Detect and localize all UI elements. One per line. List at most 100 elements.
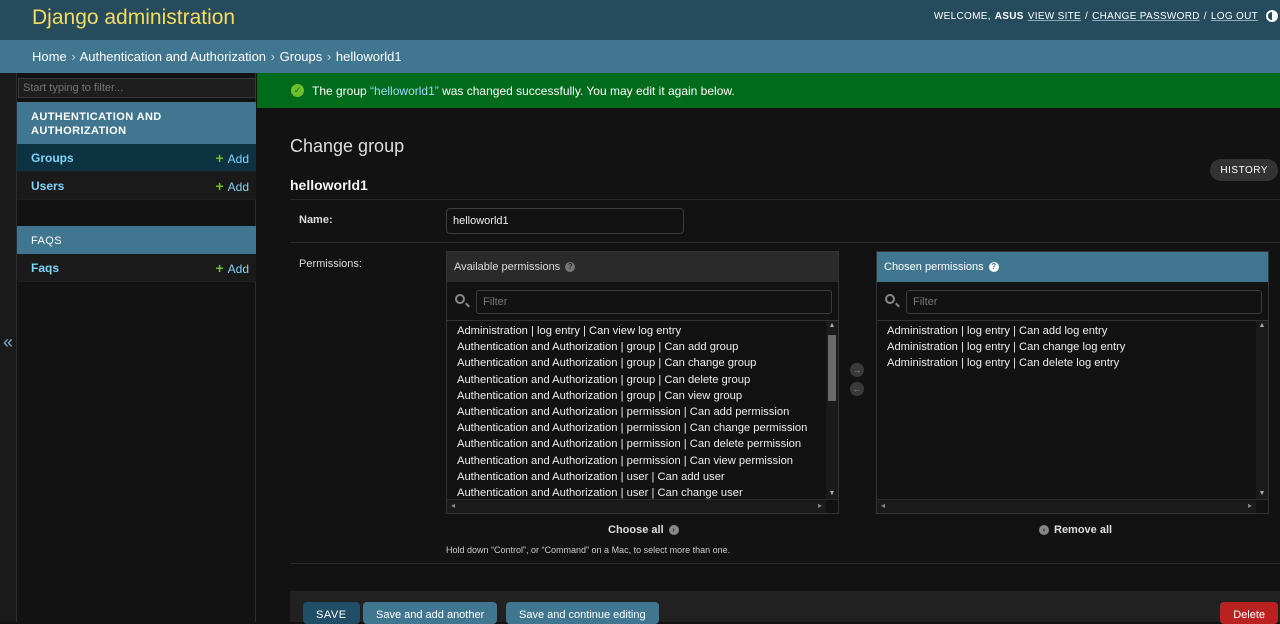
sidebar-item-faqs[interactable]: Faqs + Add <box>17 254 256 282</box>
divider <box>290 242 1280 243</box>
site-branding[interactable]: Django administration <box>32 6 235 30</box>
help-icon[interactable]: ? <box>565 262 576 272</box>
list-item[interactable]: Administration | log entry | Can view lo… <box>457 323 838 339</box>
list-item[interactable]: Administration | log entry | Can delete … <box>887 355 1268 371</box>
list-item[interactable]: Authentication and Authorization | user … <box>457 469 838 485</box>
horizontal-scrollbar[interactable]: ◂ ▸ <box>877 499 1268 513</box>
theme-toggle-icon[interactable] <box>1266 10 1278 22</box>
remove-all-label: Remove all <box>1054 524 1113 536</box>
main-content: ✓ The group “helloworld1” was changed su… <box>257 73 1280 624</box>
scroll-up-icon[interactable]: ▲ <box>1256 321 1268 331</box>
add-label: Add <box>227 179 249 194</box>
available-filter-input[interactable] <box>476 290 832 314</box>
collapse-icon: « <box>2 332 13 352</box>
remove-selected-icon[interactable]: ← <box>850 382 864 396</box>
breadcrumb-separator: › <box>270 49 275 64</box>
list-item[interactable]: Authentication and Authorization | permi… <box>457 436 838 452</box>
message-suffix: was changed successfully. You may edit i… <box>438 83 735 98</box>
scrollbar-thumb[interactable] <box>828 335 836 401</box>
add-faq-link[interactable]: + Add <box>215 260 249 276</box>
available-filter <box>447 282 838 321</box>
horizontal-scrollbar[interactable]: ◂ ▸ <box>447 499 838 513</box>
chosen-permissions-title: Chosen permissions ? <box>877 252 1268 282</box>
toggle-sidebar-button[interactable]: « <box>0 73 16 622</box>
list-item[interactable]: Authentication and Authorization | permi… <box>457 453 838 469</box>
scroll-up-icon[interactable]: ▲ <box>826 321 838 331</box>
divider <box>290 563 1280 564</box>
log-out-link[interactable]: LOG OUT <box>1211 11 1258 22</box>
submit-row: SAVE Save and add another Save and conti… <box>290 591 1280 624</box>
sidebar-item-users[interactable]: Users + Add <box>17 172 256 200</box>
message-prefix: The group <box>312 83 371 98</box>
list-item[interactable]: Authentication and Authorization | permi… <box>457 420 838 436</box>
history-button[interactable]: HISTORY <box>1210 159 1278 181</box>
breadcrumb-home[interactable]: Home <box>32 49 67 64</box>
list-item[interactable]: Authentication and Authorization | group… <box>457 339 838 355</box>
breadcrumb-model[interactable]: Groups <box>280 49 323 64</box>
sidebar-item-groups[interactable]: Groups + Add <box>17 144 256 172</box>
save-button[interactable]: SAVE <box>303 602 360 624</box>
message-object-link[interactable]: “helloworld1” <box>370 84 439 98</box>
nav-filter-input[interactable] <box>18 78 256 98</box>
breadcrumb-current: helloworld1 <box>335 49 402 64</box>
list-item[interactable]: Administration | log entry | Can add log… <box>887 323 1268 339</box>
list-item[interactable]: Administration | log entry | Can change … <box>887 339 1268 355</box>
sidebar-item-label[interactable]: Groups <box>31 151 74 165</box>
breadcrumb-separator: › <box>71 49 76 64</box>
plus-icon: + <box>215 259 224 276</box>
scroll-down-icon[interactable]: ▼ <box>1256 489 1268 499</box>
vertical-scrollbar[interactable]: ▲ ▼ <box>826 321 838 499</box>
header: Django administration WELCOME, ASUS VIEW… <box>0 0 1280 40</box>
separator: / <box>1085 10 1089 22</box>
help-icon[interactable]: ? <box>988 262 999 272</box>
arrow-left-circle-icon: ‹ <box>1039 525 1049 535</box>
list-item[interactable]: Authentication and Authorization | user … <box>457 485 838 499</box>
list-item[interactable]: Authentication and Authorization | group… <box>457 388 838 404</box>
chosen-permissions-list[interactable]: Administration | log entry | Can add log… <box>877 321 1268 499</box>
search-icon <box>885 294 895 304</box>
sidebar-item-label[interactable]: Users <box>31 179 64 193</box>
scroll-left-icon[interactable]: ◂ <box>451 501 455 510</box>
scroll-right-icon[interactable]: ▸ <box>1248 501 1252 510</box>
breadcrumb-app[interactable]: Authentication and Authorization <box>80 49 266 64</box>
choose-all-link[interactable]: Choose all › <box>608 524 679 536</box>
name-input[interactable] <box>446 208 684 234</box>
chosen-filter-input[interactable] <box>906 290 1262 314</box>
available-permissions-list[interactable]: Administration | log entry | Can view lo… <box>447 321 838 499</box>
save-and-continue-button[interactable]: Save and continue editing <box>506 602 659 624</box>
scroll-left-icon[interactable]: ◂ <box>881 501 885 510</box>
remove-all-link[interactable]: ‹ Remove all <box>1039 524 1112 536</box>
nav-sidebar: AUTHENTICATION AND AUTHORIZATION Groups … <box>16 73 256 622</box>
view-site-link[interactable]: VIEW SITE <box>1028 11 1081 22</box>
module-caption-auth[interactable]: AUTHENTICATION AND AUTHORIZATION <box>17 102 256 144</box>
module-caption-faqs[interactable]: FAQS <box>17 226 256 254</box>
separator: / <box>1203 10 1207 22</box>
scrollbar-corner <box>1256 500 1268 513</box>
add-label: Add <box>227 151 249 166</box>
help-text: Hold down “Control”, or “Command” on a M… <box>446 545 731 555</box>
save-and-add-another-button[interactable]: Save and add another <box>363 602 498 624</box>
welcome-text: WELCOME, <box>933 10 991 22</box>
chosen-title-text: Chosen permissions <box>884 261 984 273</box>
breadcrumb-separator: › <box>326 49 332 64</box>
available-permissions-title: Available permissions ? <box>447 252 838 282</box>
change-password-link[interactable]: CHANGE PASSWORD <box>1092 11 1200 22</box>
scroll-down-icon[interactable]: ▼ <box>826 489 838 499</box>
scroll-right-icon[interactable]: ▸ <box>818 501 822 510</box>
add-selected-icon[interactable]: → <box>850 363 864 377</box>
add-group-link[interactable]: + Add <box>215 150 249 166</box>
add-user-link[interactable]: + Add <box>215 178 249 194</box>
object-title: helloworld1 <box>290 177 368 193</box>
check-circle-icon: ✓ <box>291 84 304 97</box>
arrow-right-circle-icon: › <box>668 525 679 535</box>
permissions-label: Permissions: <box>299 258 362 270</box>
list-item[interactable]: Authentication and Authorization | permi… <box>457 404 838 420</box>
vertical-scrollbar[interactable]: ▲ ▼ <box>1256 321 1268 499</box>
list-item[interactable]: Authentication and Authorization | group… <box>457 355 838 371</box>
divider <box>290 199 1280 200</box>
scrollbar-corner <box>826 500 838 513</box>
username: ASUS <box>994 10 1024 22</box>
list-item[interactable]: Authentication and Authorization | group… <box>457 372 838 388</box>
sidebar-item-label[interactable]: Faqs <box>31 261 59 275</box>
delete-button[interactable]: Delete <box>1220 602 1278 624</box>
